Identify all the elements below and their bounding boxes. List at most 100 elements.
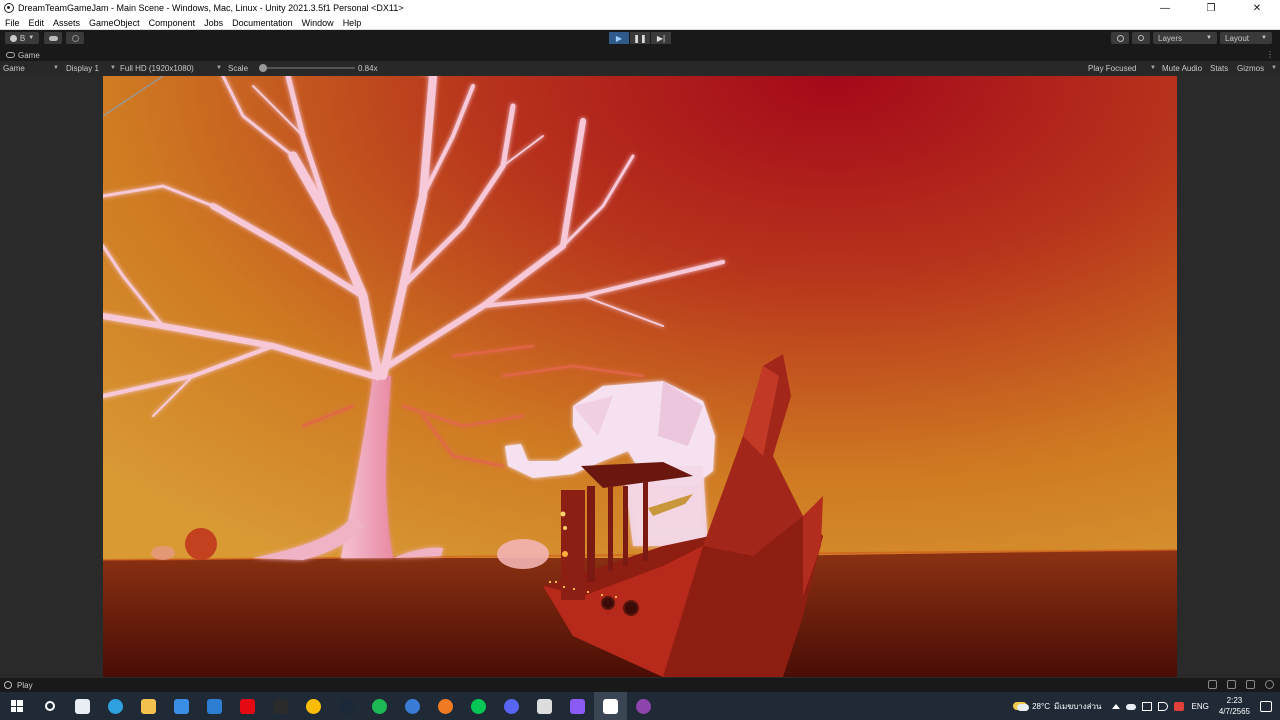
onedrive-icon[interactable] [1125,703,1136,710]
github-icon [636,698,651,714]
collab-button[interactable] [66,32,84,44]
taskbar-orange-app[interactable] [429,692,462,720]
taskbar-github[interactable] [627,692,660,720]
weather-temp: 28°C [1032,701,1050,711]
menu-help[interactable]: Help [343,18,362,28]
chevron-down-icon: ▼ [1206,35,1212,41]
clock[interactable]: 2:23 4/7/2565 [1219,695,1250,717]
tray-icons [1111,701,1184,711]
taskbar-file-explorer[interactable] [132,692,165,720]
search-button[interactable] [1132,32,1150,44]
rock [151,546,175,560]
taskbar-search[interactable] [33,692,66,720]
store-icon [174,698,189,714]
menu-bar: File Edit Assets GameObject Component Jo… [0,16,1280,30]
gizmos-dropdown[interactable]: Gizmos ▼ [1237,62,1277,74]
maximize-button[interactable]: ❐ [1188,0,1234,16]
chevron-down-icon: ▼ [28,35,35,41]
notification-icon[interactable] [1265,680,1274,689]
chevron-up-icon[interactable] [1111,703,1120,709]
netflix-icon [240,698,255,714]
chevron-down-icon: ▼ [110,65,116,71]
game-viewport[interactable] [103,76,1177,677]
progress-icon[interactable] [1208,680,1217,689]
menu-assets[interactable]: Assets [53,18,80,28]
taskbar-edge[interactable] [99,692,132,720]
scale-label: Scale [228,63,249,73]
cloud-button[interactable] [44,32,62,44]
taskbar-blue-app[interactable] [396,692,429,720]
stats-toggle[interactable]: Stats [1210,62,1228,74]
status-bar: Play [0,678,1280,692]
pause-button[interactable]: ❚❚ [630,32,650,44]
game-mode-dropdown[interactable]: Game ▼ [3,62,59,74]
display-label: Display 1 [66,63,99,73]
monitor-icon[interactable] [1141,701,1152,711]
taskbar-discord[interactable] [495,692,528,720]
scale-slider-handle[interactable] [258,64,267,72]
taskbar-unity-hub[interactable] [528,692,561,720]
display-dropdown[interactable]: Display 1 ▼ [66,62,116,74]
info-icon [4,681,12,689]
action-center-icon[interactable] [1260,700,1272,712]
layers-dropdown[interactable]: Layers ▼ [1153,32,1217,44]
taskbar-netflix[interactable] [231,692,264,720]
taskbar-store[interactable] [165,692,198,720]
weather-widget[interactable]: 28°C มีเมฆบางส่วน [1013,700,1102,713]
taskbar-chrome[interactable] [297,692,330,720]
glowing-rock [497,539,549,569]
step-button[interactable]: ▶| [651,32,671,44]
taskbar-line[interactable] [462,692,495,720]
game-scene [103,76,1177,677]
language-indicator[interactable]: ENG [1192,702,1209,711]
taskbar-mail-app[interactable] [66,692,99,720]
undo-history-button[interactable] [1111,32,1129,44]
menu-window[interactable]: Window [302,18,334,28]
game-tab-label: Game [18,50,40,60]
taskbar-spotify[interactable] [363,692,396,720]
clock-time: 2:23 [1226,696,1243,705]
mail-icon [207,698,222,714]
play-button[interactable]: ▶ [609,32,629,44]
taskbar-visual-studio[interactable] [561,692,594,720]
history-icon [1116,34,1124,42]
status-bar-icons [1208,680,1274,689]
account-label: B [19,33,26,43]
chevron-down-icon: ▼ [1261,35,1267,41]
layout-label: Layout [1225,33,1250,43]
red-app-icon[interactable] [1173,701,1184,711]
mute-audio-toggle[interactable]: Mute Audio [1162,62,1202,74]
network-icon[interactable] [1227,680,1236,689]
scale-slider-track[interactable] [259,67,355,69]
menu-jobs[interactable]: Jobs [204,18,223,28]
game-mode-label: Game [3,63,25,73]
layout-dropdown[interactable]: Layout ▼ [1220,32,1272,44]
menu-file[interactable]: File [5,18,20,28]
debug-icon[interactable] [1246,680,1255,689]
play-focused-dropdown[interactable]: Play Focused ▼ [1088,62,1156,74]
window-title: DreamTeamGameJam - Main Scene - Windows,… [18,3,404,13]
cloud-icon [48,35,58,41]
menu-edit[interactable]: Edit [29,18,45,28]
line-icon [471,698,486,714]
game-tab[interactable]: Game [0,49,1280,61]
discord-icon [504,698,519,714]
menu-documentation[interactable]: Documentation [232,18,293,28]
menu-gameobject[interactable]: GameObject [89,18,140,28]
taskbar-epic-games[interactable] [264,692,297,720]
clock-date: 4/7/2565 [1218,707,1250,716]
resolution-dropdown[interactable]: Full HD (1920x1080) ▼ [120,62,222,74]
toolbar-right: Layers ▼ Layout ▼ [1111,32,1272,44]
account-dropdown[interactable]: B ▼ [5,32,39,44]
taskbar-steam[interactable] [330,692,363,720]
menu-component[interactable]: Component [149,18,196,28]
more-options-icon[interactable]: ⋮ [1266,50,1274,59]
taskbar-windows-start[interactable] [0,692,33,720]
taskbar-mail[interactable] [198,692,231,720]
speaker-icon[interactable] [1157,701,1168,711]
close-button[interactable]: ✕ [1234,0,1280,16]
play-focused-label: Play Focused [1088,63,1137,73]
minimize-button[interactable]: — [1142,0,1188,16]
taskbar-unity[interactable] [594,692,627,720]
system-tray: 28°C มีเมฆบางส่วน ENG 2:23 4/7/2565 [1013,692,1280,720]
